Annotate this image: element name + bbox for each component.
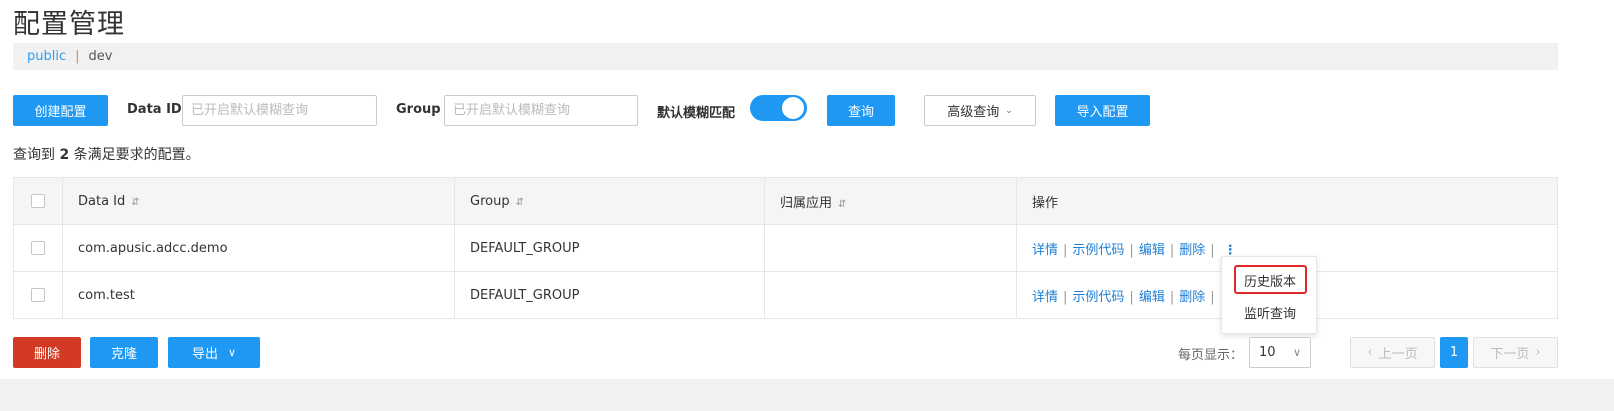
column-header-data-id[interactable]: Data Id ⇵ (62, 177, 455, 225)
result-suffix: 条满足要求的配置。 (73, 147, 200, 163)
chevron-left-icon: ‹ (1367, 345, 1373, 360)
sort-icon[interactable]: ⇵ (516, 197, 524, 208)
data-id-input[interactable] (182, 95, 377, 126)
page-size-value: 10 (1259, 345, 1276, 360)
import-config-button[interactable]: 导入配置 (1055, 95, 1150, 126)
cell-data-id: com.apusic.adcc.demo (62, 224, 455, 272)
sort-icon[interactable]: ⇵ (838, 199, 846, 210)
row-select-cell (13, 224, 63, 272)
listener-query-item[interactable]: 监听查询 (1222, 303, 1318, 322)
page-size-select[interactable]: 10 ∨ (1249, 337, 1311, 368)
select-all-cell (13, 177, 63, 225)
cell-group: DEFAULT_GROUP (454, 271, 765, 319)
row-checkbox[interactable] (31, 288, 45, 302)
advanced-query-label: 高级查询 (947, 105, 1000, 120)
page-size-label: 每页显示： (1178, 348, 1244, 363)
create-config-button[interactable]: 创建配置 (13, 95, 108, 126)
namespace-public[interactable]: public (27, 49, 66, 64)
next-page-label: 下一页 (1490, 347, 1530, 362)
advanced-query-button[interactable]: 高级查询 ⌄ (924, 95, 1036, 126)
namespace-bar: public | dev (13, 43, 1558, 70)
more-actions-dropdown: 历史版本 监听查询 (1221, 256, 1317, 334)
delete-link[interactable]: 删除 (1179, 243, 1205, 258)
chevron-down-icon: ⌄ (1005, 105, 1013, 116)
chevron-down-icon: ∨ (227, 346, 237, 359)
export-button[interactable]: 导出 ∨ (168, 337, 260, 368)
group-label: Group (396, 102, 441, 117)
page-1-button[interactable]: 1 (1440, 337, 1468, 368)
column-header-actions: 操作 (1016, 177, 1558, 225)
export-label: 导出 (191, 347, 218, 362)
prev-page-label: 上一页 (1378, 347, 1418, 362)
fuzzy-match-toggle[interactable] (750, 95, 807, 121)
chevron-down-icon: ∨ (1292, 346, 1301, 359)
clone-button[interactable]: 克隆 (90, 337, 158, 368)
cell-group: DEFAULT_GROUP (454, 224, 765, 272)
result-prefix: 查询到 (13, 147, 55, 163)
table-header-row: Data Id ⇵ Group ⇵ 归属应用 ⇵ 操作 (13, 177, 1558, 225)
column-header-group[interactable]: Group ⇵ (454, 177, 765, 225)
group-input[interactable] (444, 95, 638, 126)
toggle-knob (782, 97, 804, 119)
cell-data-id: com.test (62, 271, 455, 319)
detail-link[interactable]: 详情 (1032, 290, 1058, 305)
sort-icon[interactable]: ⇵ (131, 197, 139, 208)
cell-app (764, 271, 1017, 319)
sample-code-link[interactable]: 示例代码 (1072, 290, 1124, 305)
footer-band (0, 379, 1614, 411)
table-row: com.test DEFAULT_GROUP 详情 | 示例代码 | 编辑 | 删除 | (13, 271, 1558, 319)
edit-link[interactable]: 编辑 (1139, 243, 1165, 258)
namespace-separator: | (75, 49, 80, 64)
namespace-dev[interactable]: dev (89, 49, 113, 64)
prev-page-button[interactable]: ‹ 上一页 (1350, 337, 1435, 368)
data-id-label: Data ID (127, 102, 182, 117)
result-summary: 查询到 2 条满足要求的配置。 (13, 144, 200, 164)
history-version-item[interactable]: 历史版本 (1222, 271, 1318, 290)
next-page-button[interactable]: 下一页 › (1473, 337, 1558, 368)
sample-code-link[interactable]: 示例代码 (1072, 243, 1124, 258)
table-row: com.apusic.adcc.demo DEFAULT_GROUP 详情 | 示例… (13, 224, 1558, 272)
edit-link[interactable]: 编辑 (1139, 290, 1165, 305)
chevron-right-icon: › (1535, 345, 1541, 360)
row-select-cell (13, 271, 63, 319)
query-button[interactable]: 查询 (827, 95, 895, 126)
row-checkbox[interactable] (31, 241, 45, 255)
config-table: Data Id ⇵ Group ⇵ 归属应用 ⇵ 操作 com.apusic.adcc… (13, 177, 1558, 319)
page-title: 配置管理 (13, 9, 125, 40)
column-header-app[interactable]: 归属应用 ⇵ (764, 177, 1017, 225)
select-all-checkbox[interactable] (31, 194, 45, 208)
batch-delete-button[interactable]: 删除 (13, 337, 81, 368)
cell-app (764, 224, 1017, 272)
delete-link[interactable]: 删除 (1179, 290, 1205, 305)
detail-link[interactable]: 详情 (1032, 243, 1058, 258)
fuzzy-match-label: 默认模糊匹配 (657, 106, 736, 121)
result-count: 2 (59, 147, 70, 163)
